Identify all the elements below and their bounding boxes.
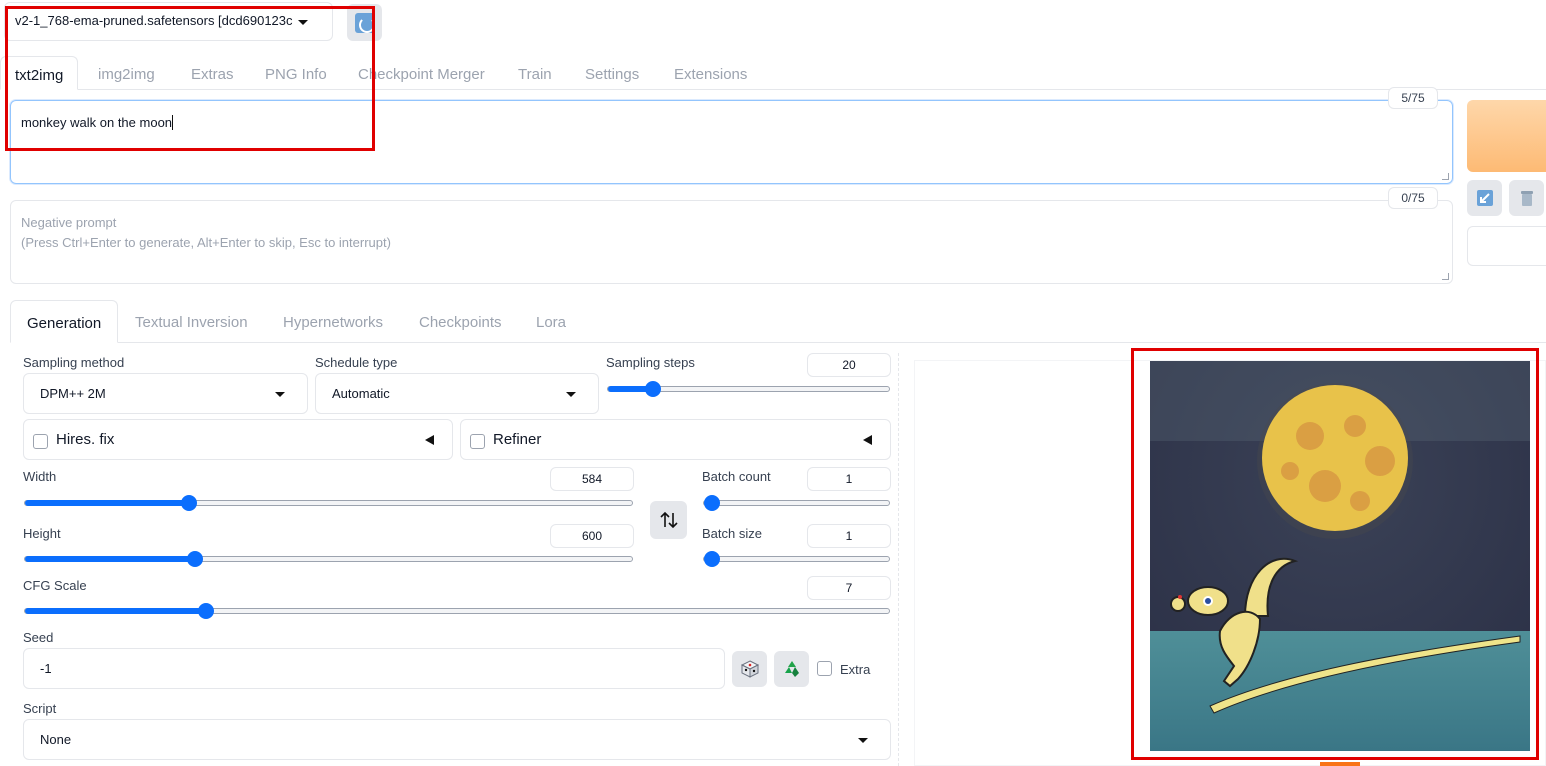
slider-fill: [25, 500, 189, 506]
arrow-down-left-icon: [1476, 190, 1493, 206]
sampling-method-value: DPM++ 2M: [40, 386, 106, 401]
sampling-steps-slider[interactable]: [607, 381, 890, 397]
batch-size-label: Batch size: [702, 526, 762, 541]
tab-train[interactable]: Train: [504, 56, 566, 90]
tab-hypernetworks[interactable]: Hypernetworks: [267, 300, 399, 343]
sampling-method-label: Sampling method: [23, 355, 125, 370]
recycle-icon: [784, 661, 799, 677]
script-select[interactable]: None: [23, 719, 891, 760]
collapse-arrow-icon: [863, 435, 872, 445]
hires-fix-label: Hires. fix: [56, 431, 115, 448]
paste-button[interactable]: [1467, 180, 1502, 216]
negative-prompt-hint: (Press Ctrl+Enter to generate, Alt+Enter…: [21, 235, 391, 250]
slider-handle[interactable]: [187, 551, 203, 567]
schedule-type-label: Schedule type: [315, 355, 398, 370]
schedule-type-select[interactable]: Automatic: [315, 373, 599, 414]
seed-input[interactable]: -1: [23, 648, 725, 689]
slider-handle[interactable]: [704, 495, 720, 511]
refiner-accordion[interactable]: Refiner: [460, 419, 891, 460]
sampling-steps-number[interactable]: 20: [807, 353, 891, 377]
batch-count-number[interactable]: 1: [807, 467, 891, 491]
width-slider[interactable]: [24, 495, 633, 511]
cfg-scale-slider[interactable]: [24, 603, 890, 619]
seed-value: -1: [40, 661, 52, 676]
cfg-scale-label: CFG Scale: [23, 578, 87, 593]
batch-count-slider[interactable]: [703, 495, 890, 511]
random-seed-button[interactable]: [732, 651, 767, 687]
script-label: Script: [23, 701, 57, 716]
progress-indicator: [1320, 762, 1360, 766]
chevron-down-icon: [858, 738, 868, 743]
refiner-checkbox[interactable]: [470, 434, 485, 449]
slider-handle[interactable]: [645, 381, 661, 397]
batch-count-label: Batch count: [702, 469, 771, 484]
tab-settings[interactable]: Settings: [571, 56, 653, 90]
column-divider: [898, 353, 899, 766]
slider-fill: [25, 556, 195, 562]
slider-handle[interactable]: [181, 495, 197, 511]
extra-seed-checkbox[interactable]: [817, 661, 832, 676]
clear-prompt-button[interactable]: [1509, 180, 1544, 216]
chevron-down-icon: [275, 392, 285, 397]
resize-handle-icon[interactable]: [1442, 173, 1449, 180]
width-label: Width: [23, 469, 57, 484]
sampling-method-select[interactable]: DPM++ 2M: [23, 373, 308, 414]
swap-dimensions-button[interactable]: [650, 501, 687, 539]
styles-dropdown[interactable]: [1467, 226, 1546, 266]
negative-prompt-input[interactable]: Negative prompt (Press Ctrl+Enter to gen…: [10, 200, 1453, 284]
negative-prompt-placeholder: Negative prompt: [21, 215, 117, 230]
seed-label: Seed: [23, 630, 54, 645]
tab-lora[interactable]: Lora: [520, 300, 582, 343]
hires-fix-checkbox[interactable]: [33, 434, 48, 449]
tab-extensions[interactable]: Extensions: [660, 56, 761, 90]
hires-fix-accordion[interactable]: Hires. fix: [23, 419, 453, 460]
generate-button[interactable]: [1467, 100, 1546, 172]
trash-icon: [1520, 191, 1533, 206]
extra-seed-label: Extra: [840, 662, 871, 677]
collapse-arrow-icon: [425, 435, 434, 445]
height-number[interactable]: 600: [550, 524, 634, 548]
tab-checkpoints[interactable]: Checkpoints: [403, 300, 518, 343]
refiner-label: Refiner: [493, 431, 542, 448]
chevron-down-icon: [566, 392, 576, 397]
prompt-token-counter: 5/75: [1388, 87, 1438, 109]
resize-handle-icon[interactable]: [1442, 273, 1449, 280]
script-value: None: [40, 732, 72, 747]
width-number[interactable]: 584: [550, 467, 634, 491]
highlight-box-prompt: [5, 6, 375, 151]
swap-arrows-icon: [659, 511, 678, 529]
tab-generation[interactable]: Generation: [10, 300, 119, 343]
slider-handle[interactable]: [704, 551, 720, 567]
sampling-steps-label: Sampling steps: [606, 355, 695, 370]
tab-textual-inversion[interactable]: Textual Inversion: [119, 300, 264, 343]
extra-networks-tabs: Generation Textual Inversion Hypernetwor…: [10, 300, 1546, 343]
highlight-box-output: [1131, 348, 1539, 760]
slider-handle[interactable]: [198, 603, 214, 619]
height-slider[interactable]: [24, 551, 633, 567]
schedule-type-value: Automatic: [332, 386, 390, 401]
batch-size-number[interactable]: 1: [807, 524, 891, 548]
batch-size-slider[interactable]: [703, 551, 890, 567]
cfg-scale-number[interactable]: 7: [807, 576, 891, 600]
reuse-seed-button[interactable]: [774, 651, 809, 687]
height-label: Height: [23, 526, 61, 541]
dice-icon: [740, 660, 759, 678]
slider-fill: [25, 608, 206, 614]
negative-token-counter: 0/75: [1388, 187, 1438, 209]
